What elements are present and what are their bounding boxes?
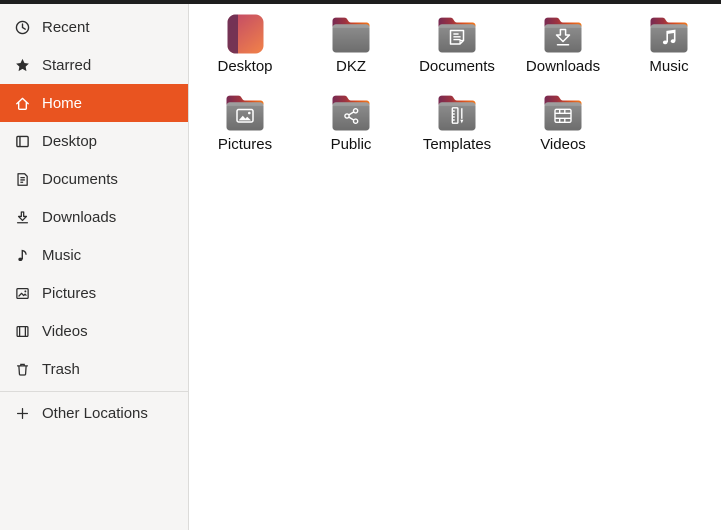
sidebar-item-videos[interactable]: Videos [0, 312, 188, 350]
clock-icon [14, 19, 31, 36]
folder-label: Music [649, 58, 689, 75]
sidebar-bottom-list: Other Locations [0, 394, 188, 432]
folder-label: Templates [422, 136, 492, 153]
sidebar-item-starred[interactable]: Starred [0, 46, 188, 84]
sidebar: Recent Starred Home Desktop Documents Do… [0, 4, 189, 530]
folder-icon [327, 10, 375, 58]
folder-public[interactable]: Public [298, 88, 404, 166]
sidebar-item-label: Starred [42, 56, 92, 74]
sidebar-item-label: Pictures [42, 284, 97, 302]
film-icon [14, 323, 31, 340]
files-grid: Desktop DKZ Documents Downloads Music Pi… [192, 10, 721, 166]
sidebar-item-documents[interactable]: Documents [0, 160, 188, 198]
folder-label: Downloads [525, 58, 601, 75]
trash-icon [14, 361, 31, 378]
sidebar-list: Recent Starred Home Desktop Documents Do… [0, 8, 188, 388]
sidebar-item-label: Recent [42, 18, 90, 36]
folder-documents[interactable]: Documents [404, 10, 510, 88]
sidebar-item-recent[interactable]: Recent [0, 8, 188, 46]
sidebar-item-label: Desktop [42, 132, 98, 150]
sidebar-item-trash[interactable]: Trash [0, 350, 188, 388]
sidebar-item-other-locations[interactable]: Other Locations [0, 394, 188, 432]
music-note-icon [14, 247, 31, 264]
sidebar-item-label: Documents [42, 170, 118, 188]
folder-label: Videos [540, 136, 586, 153]
sidebar-divider [0, 391, 188, 392]
folder-documents-icon [433, 10, 481, 58]
file-manager-window: Recent Starred Home Desktop Documents Do… [0, 0, 721, 530]
folder-downloads-icon [539, 10, 587, 58]
sidebar-item-label: Other Locations [42, 404, 148, 422]
files-view: Desktop DKZ Documents Downloads Music Pi… [190, 4, 721, 530]
folder-music[interactable]: Music [616, 10, 721, 88]
folder-share-icon [327, 88, 375, 136]
desktop-folder-icon [221, 10, 269, 58]
sidebar-item-music[interactable]: Music [0, 236, 188, 274]
folder-pictures-icon [221, 88, 269, 136]
plus-icon [14, 405, 31, 422]
home-icon [14, 95, 31, 112]
folder-videos[interactable]: Videos [510, 88, 616, 166]
sidebar-item-label: Home [42, 94, 83, 112]
folder-label: DKZ [336, 58, 366, 75]
folder-label: Public [330, 136, 372, 153]
folder-label: Pictures [217, 136, 273, 153]
sidebar-item-label: Trash [42, 360, 80, 378]
sidebar-item-pictures[interactable]: Pictures [0, 274, 188, 312]
document-icon [14, 171, 31, 188]
sidebar-item-label: Music [42, 246, 82, 264]
folder-label: Desktop [217, 58, 273, 75]
folder-downloads[interactable]: Downloads [510, 10, 616, 88]
folder-videos-icon [539, 88, 587, 136]
folder-label: Documents [419, 58, 495, 75]
desktop-panel-icon [14, 133, 31, 150]
folder-music-icon [645, 10, 693, 58]
folder-templates-icon [433, 88, 481, 136]
sidebar-item-label: Downloads [42, 208, 117, 226]
folder-desktop[interactable]: Desktop [192, 10, 298, 88]
star-icon [14, 57, 31, 74]
folder-pictures[interactable]: Pictures [192, 88, 298, 166]
sidebar-item-home[interactable]: Home [0, 84, 188, 122]
sidebar-item-desktop[interactable]: Desktop [0, 122, 188, 160]
sidebar-item-label: Videos [42, 322, 88, 340]
folder-templates[interactable]: Templates [404, 88, 510, 166]
image-icon [14, 285, 31, 302]
download-icon [14, 209, 31, 226]
sidebar-item-downloads[interactable]: Downloads [0, 198, 188, 236]
folder-dkz[interactable]: DKZ [298, 10, 404, 88]
